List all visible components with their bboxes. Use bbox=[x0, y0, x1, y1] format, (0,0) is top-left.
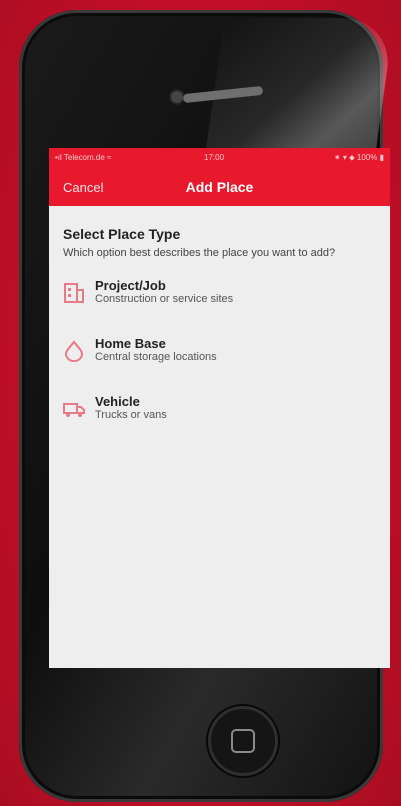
navigation-bar: Cancel Add Place bbox=[49, 168, 390, 206]
option-title: Home Base bbox=[95, 336, 166, 351]
option-home-base[interactable]: Home Base Central storage locations bbox=[63, 336, 376, 394]
carrier-signal: •ıl Telecom.de ≈ bbox=[55, 153, 112, 162]
home-pin-icon bbox=[64, 340, 84, 362]
option-title: Project/Job bbox=[95, 278, 166, 293]
option-title: Vehicle bbox=[95, 394, 140, 409]
section-description: Which option best describes the place yo… bbox=[63, 247, 336, 259]
option-subtitle: Construction or service sites bbox=[95, 293, 234, 305]
option-subtitle: Trucks or vans bbox=[95, 409, 167, 421]
page-title: Add Place bbox=[185, 179, 254, 195]
option-project-job[interactable]: Project/Job Construction or service site… bbox=[63, 278, 376, 336]
section-title: Select Place Type bbox=[63, 226, 181, 242]
building-icon bbox=[64, 283, 84, 303]
place-type-content: Select Place Type Which option best desc… bbox=[49, 206, 390, 452]
truck-icon bbox=[63, 403, 85, 417]
status-bar: •ıl Telecom.de ≈ 17:00 ⁕ ▾ ⬥ 100% ▮ bbox=[49, 148, 390, 168]
status-time: 17:00 bbox=[204, 153, 225, 162]
home-button[interactable] bbox=[208, 706, 278, 776]
option-subtitle: Central storage locations bbox=[95, 351, 217, 363]
battery-status: ⁕ ▾ ⬥ 100% ▮ bbox=[333, 153, 384, 162]
home-square-icon bbox=[231, 729, 255, 753]
option-vehicle[interactable]: Vehicle Trucks or vans bbox=[63, 394, 376, 452]
app-screen: •ıl Telecom.de ≈ 17:00 ⁕ ▾ ⬥ 100% ▮ Canc… bbox=[49, 148, 390, 668]
